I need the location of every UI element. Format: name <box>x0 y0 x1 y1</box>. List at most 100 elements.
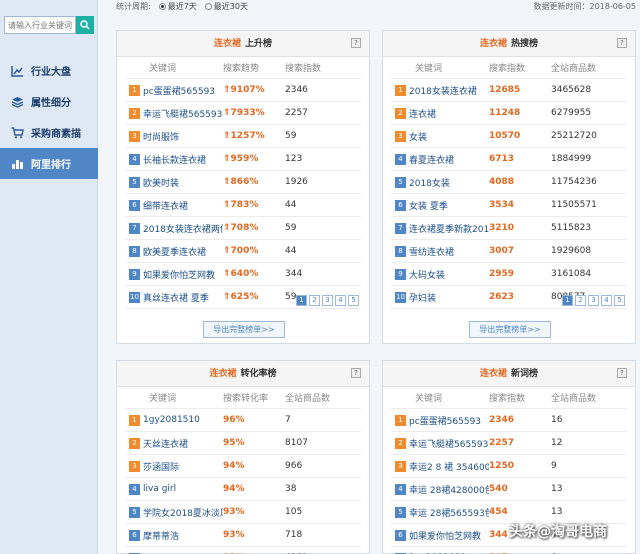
search-input[interactable] <box>4 16 76 34</box>
metric-cell: 3210 <box>489 223 515 233</box>
period-option-7d[interactable]: 最近7天 <box>158 1 197 12</box>
page-button[interactable]: 1 <box>296 295 307 306</box>
page-button[interactable]: 5 <box>614 295 625 306</box>
keyword-link[interactable]: 春夏连衣裙 <box>409 153 454 166</box>
metric-cell: ⇑700% <box>223 246 259 256</box>
help-icon[interactable]: ? <box>617 368 627 378</box>
metric-cell: ⇑9107% <box>223 85 265 95</box>
rank-badge: 3 <box>129 130 140 142</box>
metric-cell: 3007 <box>489 246 515 256</box>
keyword-cell: 6 如果爱你怕芝网教 <box>391 529 489 542</box>
keyword-link[interactable]: 2018女装连衣裙两件套 <box>143 222 223 235</box>
rank-badge: 5 <box>395 176 406 188</box>
keyword-link[interactable]: 莎涵国际 <box>143 460 179 473</box>
keyword-link[interactable]: 欧美夏季连衣裙 <box>143 245 206 258</box>
rank-badge: 3 <box>395 130 406 142</box>
keyword-link[interactable]: 长袖长款连衣裙 <box>143 153 206 166</box>
help-icon[interactable]: ? <box>617 38 627 48</box>
page-button[interactable]: 2 <box>575 295 586 306</box>
keyword-cell: 5学院女2018夏冰淡风退 <box>125 506 223 519</box>
metric-cell: 1250 <box>489 461 515 471</box>
table-row: 7小个子纯色裙子93%4381 <box>125 547 361 554</box>
sidebar-item-buyers[interactable]: 采购商素描 <box>0 117 98 148</box>
metric-cell: 11248 <box>489 108 521 118</box>
page-button[interactable]: 1 <box>562 295 573 306</box>
keyword-link[interactable]: 细带连衣裙 <box>143 199 188 212</box>
table-row: 4 长袖长款连衣裙 ⇑959% 123 <box>125 148 361 171</box>
value-cell: 25212720 <box>551 131 597 141</box>
period-option-30d[interactable]: 最近30天 <box>204 1 248 12</box>
rank-badge: 7 <box>395 222 406 234</box>
keyword-link[interactable]: pc蛋蛋裙565593 <box>143 84 215 97</box>
export-button[interactable]: 导出完整榜单>> <box>203 321 285 338</box>
keyword-link[interactable]: 欧美时装 <box>143 176 179 189</box>
value-cell: 2346 <box>285 85 308 95</box>
metric-cell: 93% <box>223 530 245 540</box>
metric-cell: ⇑866% <box>223 177 259 187</box>
keyword-link[interactable]: 时尚服饰 <box>143 130 179 143</box>
value-cell: 11505571 <box>551 200 597 210</box>
keyword-link[interactable]: 2018女装 <box>409 176 450 189</box>
keyword-cell: 2 幸运飞艇裙565593 <box>391 437 489 450</box>
keyword-link[interactable]: 幸运飞艇裙565593 <box>143 107 222 120</box>
keyword-link[interactable]: 天丝连衣裙 <box>143 437 188 450</box>
keyword-cell: 3 女装 <box>391 130 489 143</box>
keyword-link[interactable]: 如果爱你怕芝网教 <box>143 268 215 281</box>
keyword-link[interactable]: 真丝连衣裙 夏季 <box>143 291 209 304</box>
sidebar-item-ranking[interactable]: 阿里排行 <box>0 148 98 179</box>
keyword-cell: 4 liva girl <box>125 483 223 495</box>
metric-cell: 2623 <box>489 292 515 302</box>
keyword-cell: 3 时尚服饰 <box>125 130 223 143</box>
value-cell: 5115823 <box>551 223 592 233</box>
keyword-link[interactable]: 2018女装连衣裙 <box>409 84 477 97</box>
export-button[interactable]: 导出完整榜单>> <box>469 321 551 338</box>
pagination: 1 2 3 4 5 <box>294 295 359 306</box>
value-cell: 44 <box>285 246 297 256</box>
keyword-link[interactable]: 连衣裙 <box>409 107 436 120</box>
keyword-link[interactable]: 幸运2 8 裙 354600 <box>409 460 489 473</box>
table-row: 5 2018女装 4088 11754236 <box>391 171 627 194</box>
help-icon[interactable]: ? <box>351 368 361 378</box>
value-cell: 105 <box>285 507 303 517</box>
keyword-link[interactable]: 连衣裙夏季新款2018 <box>409 222 489 235</box>
keyword-link[interactable]: 1gy2081510 <box>143 415 200 425</box>
keyword-link[interactable]: 幸运飞艇裙565593 <box>409 437 488 450</box>
keyword-link[interactable]: 大码女装 <box>409 268 445 281</box>
page-button[interactable]: 5 <box>348 295 359 306</box>
page-button[interactable]: 4 <box>601 295 612 306</box>
rank-badge: 3 <box>129 460 140 472</box>
keyword-link[interactable]: 孕妇装 <box>409 291 436 304</box>
keyword-link[interactable]: 学院女2018夏冰淡风退 <box>143 506 223 519</box>
panel-header: 连衣裙 转化率榜 ? <box>117 361 369 387</box>
sidebar-item-industry[interactable]: 行业大盘 <box>0 55 98 86</box>
metric-cell: 2257 <box>489 438 515 448</box>
table-row: 1 1gy2081510 96% 7 <box>125 409 361 432</box>
keyword-link[interactable]: liva girl <box>143 484 176 494</box>
keyword-link[interactable]: 幸运 28裙428000包邮 <box>409 483 489 496</box>
table-row: 5 欧美时装 ⇑866% 1926 <box>125 171 361 194</box>
panel-keyword: 连衣裙 <box>479 39 507 49</box>
keyword-cell: 6 细带连衣裙 <box>125 199 223 212</box>
keyword-link[interactable]: pc蛋蛋裙565593 <box>409 414 481 427</box>
keyword-link[interactable]: 女装 夏季 <box>409 199 448 212</box>
sidebar-item-label: 采购商素描 <box>31 129 81 140</box>
metric-cell: 93% <box>223 507 245 517</box>
rank-badge: 6 <box>129 199 140 211</box>
radio-icon <box>204 3 212 10</box>
table-row: 9 如果爱你怕芝网教 ⇑640% 344 <box>125 263 361 286</box>
keyword-link[interactable]: 女装 <box>409 130 427 143</box>
sidebar-item-label: 阿里排行 <box>31 160 71 171</box>
page-button[interactable]: 4 <box>335 295 346 306</box>
sidebar-item-attributes[interactable]: 属性细分 <box>0 86 98 117</box>
value-cell: 7 <box>285 415 291 425</box>
keyword-link[interactable]: 如果爱你怕芝网教 <box>409 529 481 542</box>
help-icon[interactable]: ? <box>351 38 361 48</box>
page-button[interactable]: 3 <box>322 295 333 306</box>
keyword-link[interactable]: 雪纺连衣裙 <box>409 245 454 258</box>
keyword-link[interactable]: 摩蒂蒂浩 <box>143 529 179 542</box>
keyword-link[interactable]: 幸运 28裙565593包邮 <box>409 506 489 519</box>
search-button[interactable] <box>76 16 94 34</box>
page-button[interactable]: 3 <box>588 295 599 306</box>
table-row: 6 摩蒂蒂浩 93% 718 <box>125 524 361 547</box>
page-button[interactable]: 2 <box>309 295 320 306</box>
